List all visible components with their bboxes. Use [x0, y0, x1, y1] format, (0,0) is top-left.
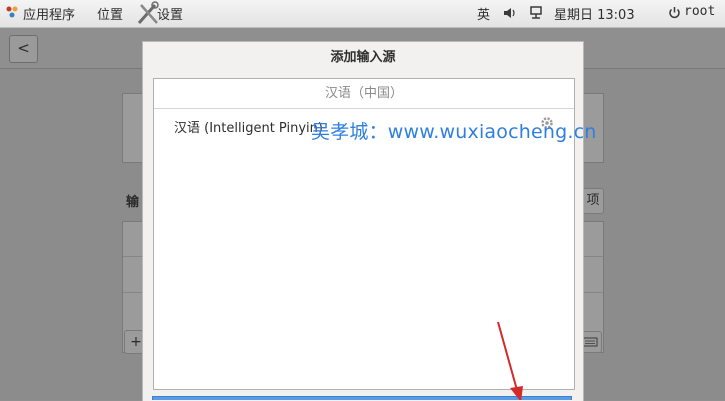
red-arrow-annotation [497, 321, 523, 400]
